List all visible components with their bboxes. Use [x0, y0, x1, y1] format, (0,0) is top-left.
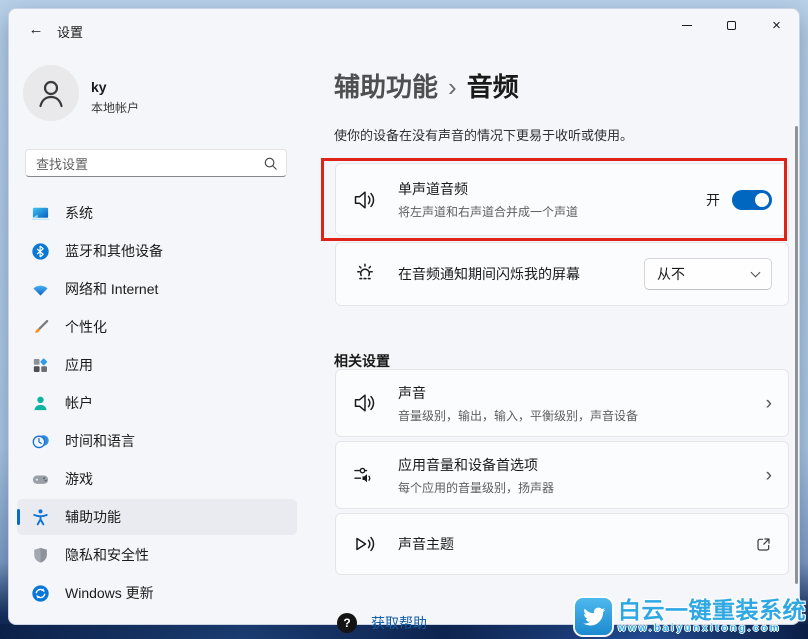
- sidebar-item-label: 个性化: [65, 317, 107, 337]
- apps-icon: [31, 356, 50, 375]
- sidebar-item-label: 隐私和安全性: [65, 545, 149, 565]
- watermark-bird-logo: [575, 598, 612, 635]
- speaker-icon: [352, 390, 378, 416]
- sidebar-item-label: 应用: [65, 355, 93, 375]
- app-volume-description: 每个应用的音量级别，扬声器: [398, 479, 766, 496]
- shield-icon: [31, 546, 50, 565]
- sound-theme-icon: [352, 531, 378, 557]
- watermark: 白云一键重装系统 www.baiyunxitong.com: [575, 593, 808, 639]
- accessibility-icon: [31, 508, 50, 527]
- close-button[interactable]: ×: [754, 9, 799, 41]
- sidebar-item-gaming[interactable]: 游戏: [17, 461, 297, 497]
- sidebar: 系统 蓝牙和其他设备 网络和 Internet: [9, 193, 305, 613]
- sound-title: 声音: [398, 383, 766, 403]
- sidebar-item-label: 辅助功能: [65, 507, 121, 527]
- toggle-knob: [755, 193, 769, 207]
- back-button[interactable]: ←: [23, 16, 49, 42]
- scrollbar[interactable]: [795, 126, 798, 584]
- breadcrumb: 辅助功能 › 音频: [334, 67, 519, 104]
- sound-theme-card[interactable]: 声音主题: [335, 513, 789, 575]
- mono-audio-toggle[interactable]: [732, 190, 772, 210]
- app-volume-card[interactable]: 应用音量和设备首选项 每个应用的音量级别，扬声器 ›: [335, 441, 789, 509]
- chevron-down-icon: [751, 267, 761, 277]
- watermark-url: www.baiyunxitong.com: [618, 623, 781, 634]
- sound-theme-title: 声音主题: [398, 534, 755, 554]
- account-person-icon: [31, 394, 50, 413]
- mono-audio-card[interactable]: 单声道音频 将左声道和右声道合并成一个声道 开: [335, 163, 789, 236]
- window-controls: ×: [664, 9, 799, 41]
- sidebar-item-personalization[interactable]: 个性化: [17, 309, 297, 345]
- sidebar-item-network-internet[interactable]: 网络和 Internet: [17, 271, 297, 307]
- wifi-icon: [31, 280, 50, 299]
- settings-window: ← 设置 × ky 本地帐户 查找设置: [8, 8, 800, 625]
- sidebar-item-label: 时间和语言: [65, 431, 135, 451]
- breadcrumb-separator: ›: [448, 72, 457, 102]
- flash-screen-dropdown[interactable]: 从不: [644, 258, 772, 290]
- sidebar-item-system[interactable]: 系统: [17, 195, 297, 231]
- update-icon: [31, 584, 50, 603]
- flash-alert-icon: [352, 261, 378, 287]
- search-input[interactable]: 查找设置: [25, 149, 287, 177]
- clock-icon: [31, 432, 50, 451]
- sound-settings-card[interactable]: 声音 音量级别，输出，输入，平衡级别，声音设备 ›: [335, 369, 789, 437]
- sidebar-item-windows-update[interactable]: Windows 更新: [17, 575, 297, 611]
- help-question-icon: ?: [337, 613, 357, 633]
- sidebar-item-label: 帐户: [65, 393, 93, 413]
- get-help-row[interactable]: ? 获取帮助: [337, 613, 427, 633]
- app-volume-title: 应用音量和设备首选项: [398, 455, 766, 475]
- sidebar-item-accounts[interactable]: 帐户: [17, 385, 297, 421]
- chevron-right-icon: ›: [766, 394, 772, 413]
- settings-screen: ← 设置 × ky 本地帐户 查找设置: [0, 0, 808, 639]
- sidebar-item-label: 系统: [65, 203, 93, 223]
- watermark-title: 白云一键重装系统: [618, 598, 806, 622]
- bluetooth-icon: [31, 242, 50, 261]
- page-title: 音频: [467, 72, 519, 102]
- page-subtitle: 使你的设备在没有声音的情况下更易于收听或使用。: [334, 125, 633, 144]
- search-icon: [263, 156, 278, 171]
- minimize-button[interactable]: [664, 9, 709, 41]
- related-settings-header: 相关设置: [334, 351, 390, 371]
- dropdown-value: 从不: [657, 264, 752, 284]
- speaker-icon: [352, 187, 378, 213]
- sidebar-item-label: 蓝牙和其他设备: [65, 241, 163, 261]
- avatar[interactable]: [23, 65, 79, 121]
- external-link-icon: [755, 536, 772, 553]
- breadcrumb-parent[interactable]: 辅助功能: [334, 72, 438, 102]
- user-icon: [34, 76, 68, 110]
- sidebar-item-time-language[interactable]: 时间和语言: [17, 423, 297, 459]
- toggle-state-label: 开: [706, 190, 720, 210]
- get-help-link[interactable]: 获取帮助: [371, 613, 427, 633]
- sound-description: 音量级别，输出，输入，平衡级别，声音设备: [398, 407, 766, 424]
- sidebar-item-label: 网络和 Internet: [65, 279, 158, 299]
- maximize-button[interactable]: [709, 9, 754, 41]
- mono-audio-description: 将左声道和右声道合并成一个声道: [398, 203, 706, 220]
- selected-indicator: [17, 509, 20, 525]
- sidebar-item-label: 游戏: [65, 469, 93, 489]
- bird-icon: [581, 603, 607, 629]
- system-icon: [31, 204, 50, 223]
- sidebar-item-bluetooth-devices[interactable]: 蓝牙和其他设备: [17, 233, 297, 269]
- close-icon: ×: [772, 18, 781, 33]
- sidebar-item-accessibility[interactable]: 辅助功能: [17, 499, 297, 535]
- flash-screen-title: 在音频通知期间闪烁我的屏幕: [398, 264, 644, 284]
- chevron-right-icon: ›: [766, 466, 772, 485]
- sidebar-item-apps[interactable]: 应用: [17, 347, 297, 383]
- minimize-icon: [682, 25, 692, 26]
- volume-mixer-icon: [352, 462, 378, 488]
- mono-audio-title: 单声道音频: [398, 179, 706, 199]
- sidebar-item-label: Windows 更新: [65, 583, 154, 603]
- user-account-type: 本地帐户: [91, 99, 139, 116]
- sidebar-item-privacy-security[interactable]: 隐私和安全性: [17, 537, 297, 573]
- flash-screen-card: 在音频通知期间闪烁我的屏幕 从不: [335, 242, 789, 306]
- user-name: ky: [91, 79, 107, 95]
- maximize-icon: [727, 21, 736, 30]
- search-placeholder: 查找设置: [36, 154, 263, 173]
- brush-icon: [31, 318, 50, 337]
- gamepad-icon: [31, 470, 50, 489]
- window-title: 设置: [57, 22, 83, 41]
